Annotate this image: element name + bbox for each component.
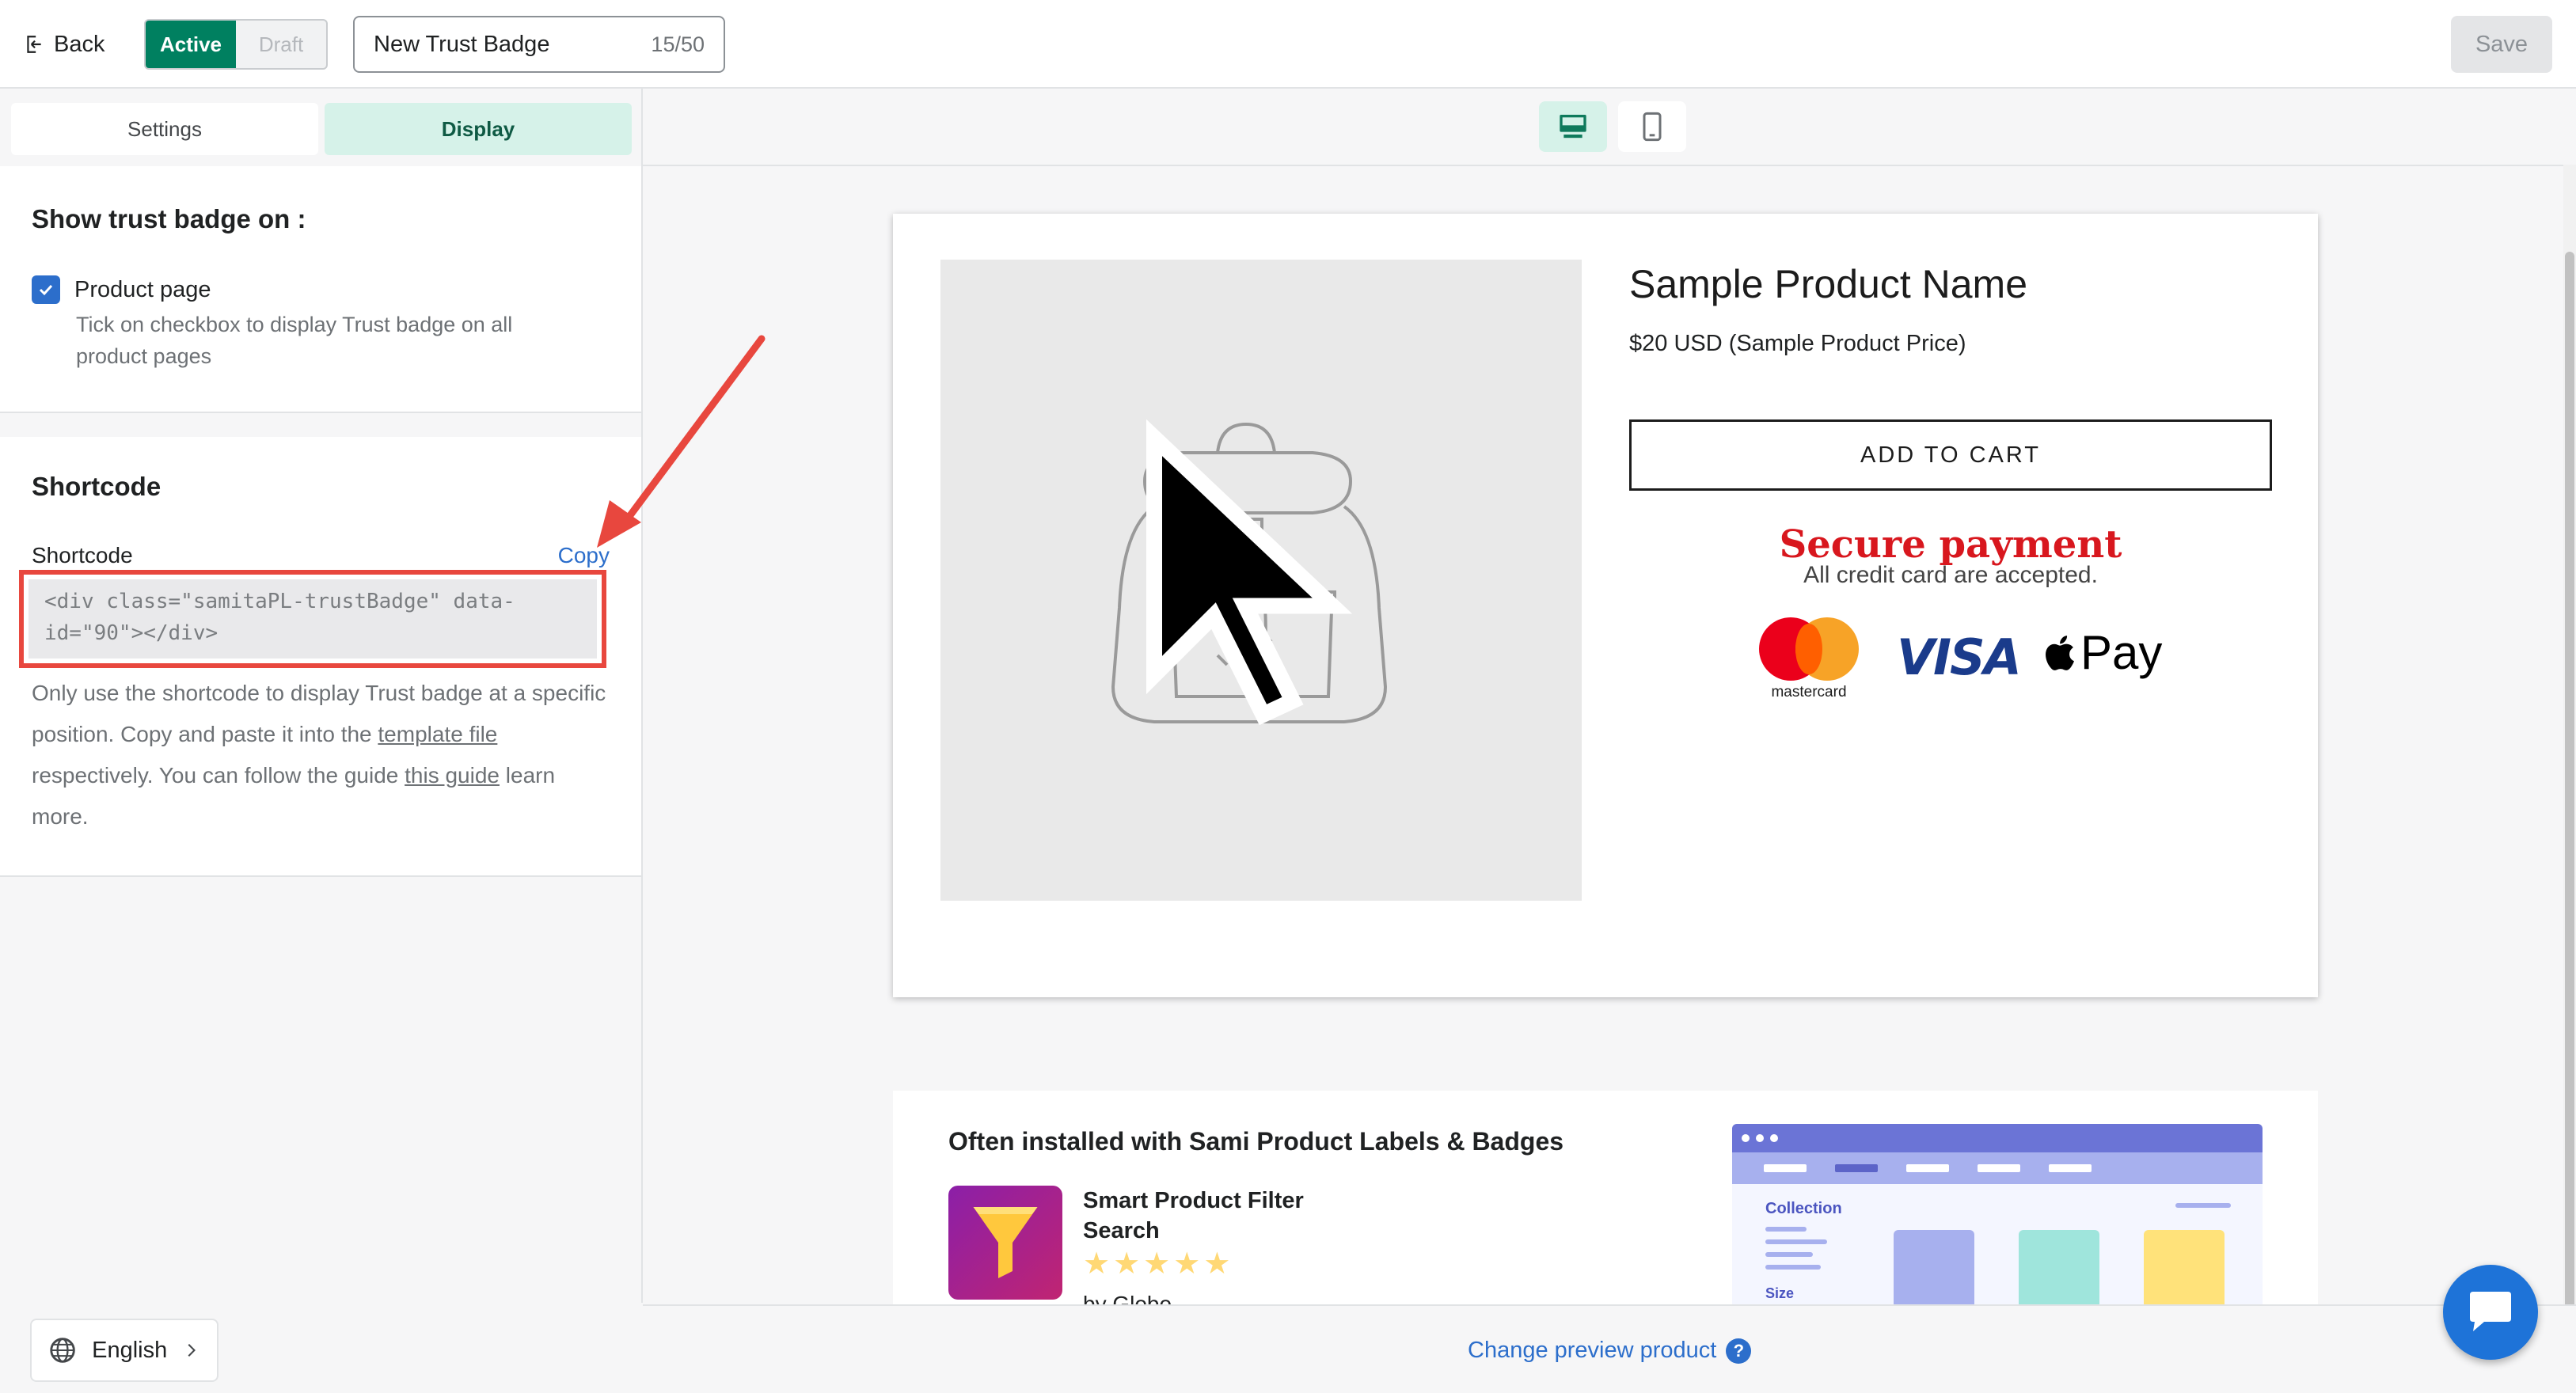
- upsell-banner[interactable]: Often installed with Sami Product Labels…: [893, 1091, 2318, 1304]
- tab-settings[interactable]: Settings: [11, 103, 318, 155]
- pants-icon: [2019, 1230, 2099, 1304]
- mobile-view-button[interactable]: [1618, 101, 1686, 152]
- shortcode-highlight: <div class="samitaPL-trustBadge" data-id…: [19, 570, 606, 668]
- status-toggle: Active Draft: [144, 19, 328, 70]
- preview-canvas: Sample Product Name $20 USD (Sample Prod…: [643, 165, 2576, 1304]
- chat-button[interactable]: [2443, 1265, 2538, 1360]
- tab-display[interactable]: Display: [325, 103, 632, 155]
- star-icon: ★: [1143, 1247, 1171, 1281]
- badge-name-input[interactable]: New Trust Badge 15/50: [353, 16, 725, 73]
- globe-icon: [50, 1338, 75, 1363]
- language-selector[interactable]: English: [30, 1319, 218, 1382]
- star-icon: ★: [1173, 1247, 1201, 1281]
- upsell-title: Often installed with Sami Product Labels…: [948, 1127, 1564, 1156]
- preview-panel: Sample Product Name $20 USD (Sample Prod…: [643, 89, 2576, 1393]
- sidebar: Settings Display Show trust badge on : P…: [0, 89, 643, 1393]
- secure-payment-subtitle: All credit card are accepted.: [1803, 562, 2098, 588]
- app-developer: by Globo: [1083, 1292, 1172, 1304]
- preview-scrollbar[interactable]: [2563, 165, 2576, 1368]
- mastercard-icon: mastercard: [1759, 617, 1859, 704]
- shortcode-label: Shortcode: [32, 543, 133, 567]
- back-icon: [27, 36, 41, 53]
- star-icon: ★: [1203, 1247, 1231, 1281]
- product-page-label[interactable]: Product page: [74, 277, 211, 303]
- apple-pay-icon: Pay: [2041, 625, 2162, 680]
- shortcode-card: Shortcode Shortcode Copy <div class="sam…: [0, 437, 641, 877]
- status-draft-button[interactable]: Draft: [236, 21, 326, 68]
- product-name: Sample Product Name: [1629, 262, 2028, 306]
- language-label: English: [92, 1337, 168, 1363]
- chat-icon: [2470, 1292, 2511, 1331]
- app-name[interactable]: Smart Product Filter Search: [1083, 1186, 1352, 1246]
- status-active-button[interactable]: Active: [146, 21, 236, 68]
- help-text-2: respectively. You can follow the guide: [32, 763, 405, 788]
- product-page-checkbox[interactable]: [32, 275, 60, 304]
- secure-payment-title: Secure payment: [1779, 522, 2122, 567]
- preview-footer: Change preview product ?: [643, 1304, 2576, 1393]
- display-location-card: Show trust badge on : Product page Tick …: [0, 166, 641, 413]
- product-page-option: Product page: [32, 275, 211, 304]
- apple-logo-icon: [2046, 635, 2074, 670]
- sidebar-tabs: Settings Display: [11, 103, 632, 155]
- shirt-icon: [1894, 1230, 1974, 1304]
- apple-pay-label: Pay: [2080, 626, 2163, 679]
- top-bar: Back Active Draft New Trust Badge 15/50 …: [0, 0, 2576, 89]
- change-preview-label: Change preview product: [1468, 1338, 1717, 1363]
- back-label: Back: [54, 31, 105, 57]
- desktop-icon: [1560, 115, 1586, 139]
- save-button[interactable]: Save: [2451, 16, 2552, 73]
- show-on-heading: Show trust badge on :: [32, 204, 306, 233]
- change-preview-product-link[interactable]: Change preview product ?: [1468, 1338, 1752, 1364]
- visa-icon: VISA: [1897, 628, 2022, 686]
- illustration-size-label: Size: [1765, 1285, 1795, 1301]
- badge-name-value[interactable]: New Trust Badge: [374, 32, 651, 58]
- product-price: $20 USD (Sample Product Price): [1629, 331, 1966, 356]
- store-illustration: Collection Size: [1732, 1124, 2263, 1304]
- template-file-link[interactable]: template file: [378, 722, 497, 746]
- shortcode-field[interactable]: <div class="samitaPL-trustBadge" data-id…: [28, 579, 597, 659]
- help-icon[interactable]: ?: [1726, 1338, 1752, 1364]
- shortcode-heading: Shortcode: [32, 472, 161, 501]
- add-to-cart-button[interactable]: ADD TO CART: [1629, 419, 2272, 491]
- product-image: [940, 260, 1582, 901]
- shoe-icon: [2144, 1230, 2225, 1304]
- product-page-help: Tick on checkbox to display Trust badge …: [76, 313, 513, 368]
- mastercard-label: mastercard: [1771, 684, 1847, 700]
- payment-badges: mastercard VISA Pay: [1759, 617, 2171, 704]
- copy-link[interactable]: Copy: [558, 543, 610, 568]
- desktop-view-button[interactable]: [1539, 101, 1607, 152]
- product-preview-card: Sample Product Name $20 USD (Sample Prod…: [893, 214, 2318, 997]
- app-icon: [948, 1186, 1062, 1300]
- app-rating-stars: ★ ★ ★ ★ ★: [1083, 1249, 1230, 1279]
- mouse-cursor-icon: [1146, 419, 1353, 726]
- shortcode-help-text: Only use the shortcode to display Trust …: [32, 673, 617, 837]
- chevron-right-icon: [188, 1344, 196, 1357]
- funnel-icon: [973, 1207, 1038, 1278]
- help-text-1: Only use the shortcode to display Trust …: [32, 681, 606, 746]
- back-button[interactable]: Back: [24, 27, 104, 62]
- this-guide-link[interactable]: this guide: [405, 763, 500, 788]
- star-icon: ★: [1113, 1247, 1141, 1281]
- device-toggle: [1539, 101, 1686, 152]
- illustration-collection-label: Collection: [1765, 1200, 1842, 1217]
- char-counter: 15/50: [651, 32, 705, 56]
- mobile-icon: [1643, 112, 1662, 142]
- checkmark-icon: [39, 284, 53, 296]
- star-icon: ★: [1083, 1247, 1111, 1281]
